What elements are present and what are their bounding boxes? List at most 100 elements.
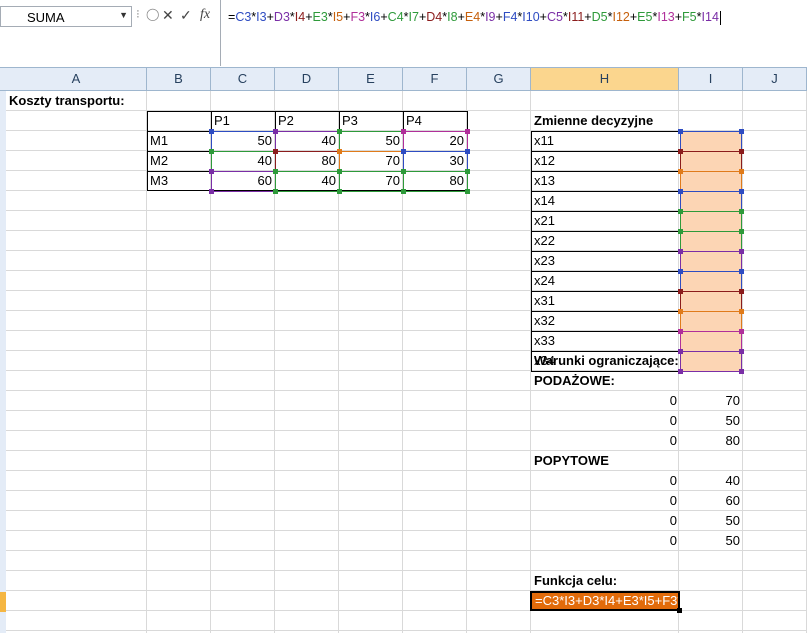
worksheet-grid[interactable]: Koszty transportu: P1 P2 P3 P4 M1 50 40 50 20 M2 40… — [6, 91, 807, 633]
range-handle[interactable] — [401, 149, 406, 154]
range-handle[interactable] — [678, 289, 683, 294]
reference-range — [680, 211, 742, 232]
column-header-b[interactable]: B — [147, 68, 211, 90]
column-header-d[interactable]: D — [275, 68, 339, 90]
formula-token: + — [266, 10, 274, 24]
column-header-i[interactable]: I — [679, 68, 743, 90]
name-box[interactable]: SUMA ▼ — [0, 6, 132, 27]
range-handle[interactable] — [739, 129, 744, 134]
formula-token: C5 — [546, 10, 563, 24]
column-header-a[interactable]: A — [6, 68, 147, 90]
range-handle[interactable] — [401, 189, 406, 194]
range-handle[interactable] — [739, 349, 744, 354]
range-handle[interactable] — [678, 149, 683, 154]
formula-token: + — [584, 10, 592, 24]
table-rule — [531, 251, 680, 252]
range-handle[interactable] — [678, 249, 683, 254]
formula-token: I11 — [567, 10, 585, 24]
range-handle[interactable] — [401, 169, 406, 174]
range-handle[interactable] — [739, 189, 744, 194]
formula-token: I9 — [485, 10, 496, 24]
range-handle[interactable] — [209, 169, 214, 174]
range-handle[interactable] — [678, 229, 683, 234]
column-header-g[interactable]: G — [467, 68, 531, 90]
range-handle[interactable] — [678, 209, 683, 214]
formula-token: D3 — [273, 10, 290, 24]
reference-range — [680, 331, 742, 352]
range-handle[interactable] — [209, 149, 214, 154]
range-handle[interactable] — [465, 149, 470, 154]
formula-token: + — [305, 10, 313, 24]
constraints-title: Warunki ograniczające: — [534, 353, 679, 368]
range-handle[interactable] — [273, 149, 278, 154]
column-header-row: ABCDEFGHIJ — [0, 68, 807, 91]
formula-token: + — [495, 10, 503, 24]
range-handle[interactable] — [739, 169, 744, 174]
chevron-down-icon[interactable]: ▼ — [119, 10, 128, 20]
column-header-c[interactable]: C — [211, 68, 275, 90]
range-handle[interactable] — [678, 269, 683, 274]
formula-token: I14 — [701, 10, 719, 24]
range-handle[interactable] — [209, 129, 214, 134]
formula-text[interactable]: =C3*I3+D3*I4+E3*I5+F3*I6+C4*I7+D4*I8+E4*… — [228, 10, 721, 25]
fill-handle[interactable] — [677, 608, 682, 613]
range-handle[interactable] — [337, 129, 342, 134]
reference-range — [275, 171, 340, 192]
name-box-value: SUMA — [27, 10, 65, 25]
range-handle[interactable] — [739, 309, 744, 314]
range-handle[interactable] — [739, 209, 744, 214]
insert-function-icon[interactable]: fx — [200, 7, 210, 23]
table-rule — [531, 191, 680, 192]
formula-bar[interactable]: =C3*I3+D3*I4+E3*I5+F3*I6+C4*I7+D4*I8+E4*… — [220, 0, 807, 66]
formula-token: + — [674, 10, 683, 24]
reference-range — [403, 151, 468, 172]
demand-rhs: 40 — [725, 473, 740, 488]
table-rule — [531, 271, 680, 272]
cost-row-label: M3 — [150, 173, 169, 188]
range-handle[interactable] — [739, 269, 744, 274]
range-handle[interactable] — [465, 189, 470, 194]
enter-icon[interactable]: ✓ — [180, 7, 192, 24]
range-handle[interactable] — [739, 289, 744, 294]
reference-range — [680, 271, 742, 292]
range-handle[interactable] — [678, 189, 683, 194]
range-handle[interactable] — [465, 129, 470, 134]
gridline-horizontal — [6, 610, 807, 611]
range-handle[interactable] — [401, 129, 406, 134]
cost-header-p3: P3 — [342, 113, 358, 128]
reference-range — [680, 231, 742, 252]
column-header-h[interactable]: H — [531, 68, 679, 90]
range-handle[interactable] — [678, 169, 683, 174]
reference-range — [403, 131, 468, 152]
range-handle[interactable] — [337, 149, 342, 154]
range-handle[interactable] — [739, 369, 744, 374]
formula-token: I13 — [657, 10, 675, 24]
range-handle[interactable] — [209, 189, 214, 194]
cancel-icon[interactable]: ✕ — [162, 7, 174, 24]
reference-range — [680, 251, 742, 272]
range-handle[interactable] — [678, 329, 683, 334]
formula-token: F4 — [502, 10, 518, 24]
range-handle[interactable] — [465, 169, 470, 174]
grip-icon: ⁝ — [136, 7, 140, 21]
column-header-j[interactable]: J — [743, 68, 807, 90]
range-handle[interactable] — [337, 169, 342, 174]
range-handle[interactable] — [739, 149, 744, 154]
table-rule — [531, 171, 680, 172]
range-handle[interactable] — [739, 229, 744, 234]
formula-toolbar: SUMA ▼ ⁝ ◯ ✕ ✓ fx =C3*I3+D3*I4+E3*I5+F3*… — [0, 0, 807, 68]
demand-lhs: 0 — [669, 533, 677, 548]
cost-header-p1: P1 — [214, 113, 230, 128]
range-handle[interactable] — [273, 129, 278, 134]
range-handle[interactable] — [273, 169, 278, 174]
range-handle[interactable] — [678, 309, 683, 314]
column-header-e[interactable]: E — [339, 68, 403, 90]
range-handle[interactable] — [739, 249, 744, 254]
range-handle[interactable] — [273, 189, 278, 194]
column-header-f[interactable]: F — [403, 68, 467, 90]
cost-row-label: M2 — [150, 153, 169, 168]
range-handle[interactable] — [678, 129, 683, 134]
range-handle[interactable] — [739, 329, 744, 334]
range-handle[interactable] — [337, 189, 342, 194]
objective-cell-editing[interactable]: =C3*I3+D3*I4+E3*I5+F3*I6 — [530, 591, 680, 611]
